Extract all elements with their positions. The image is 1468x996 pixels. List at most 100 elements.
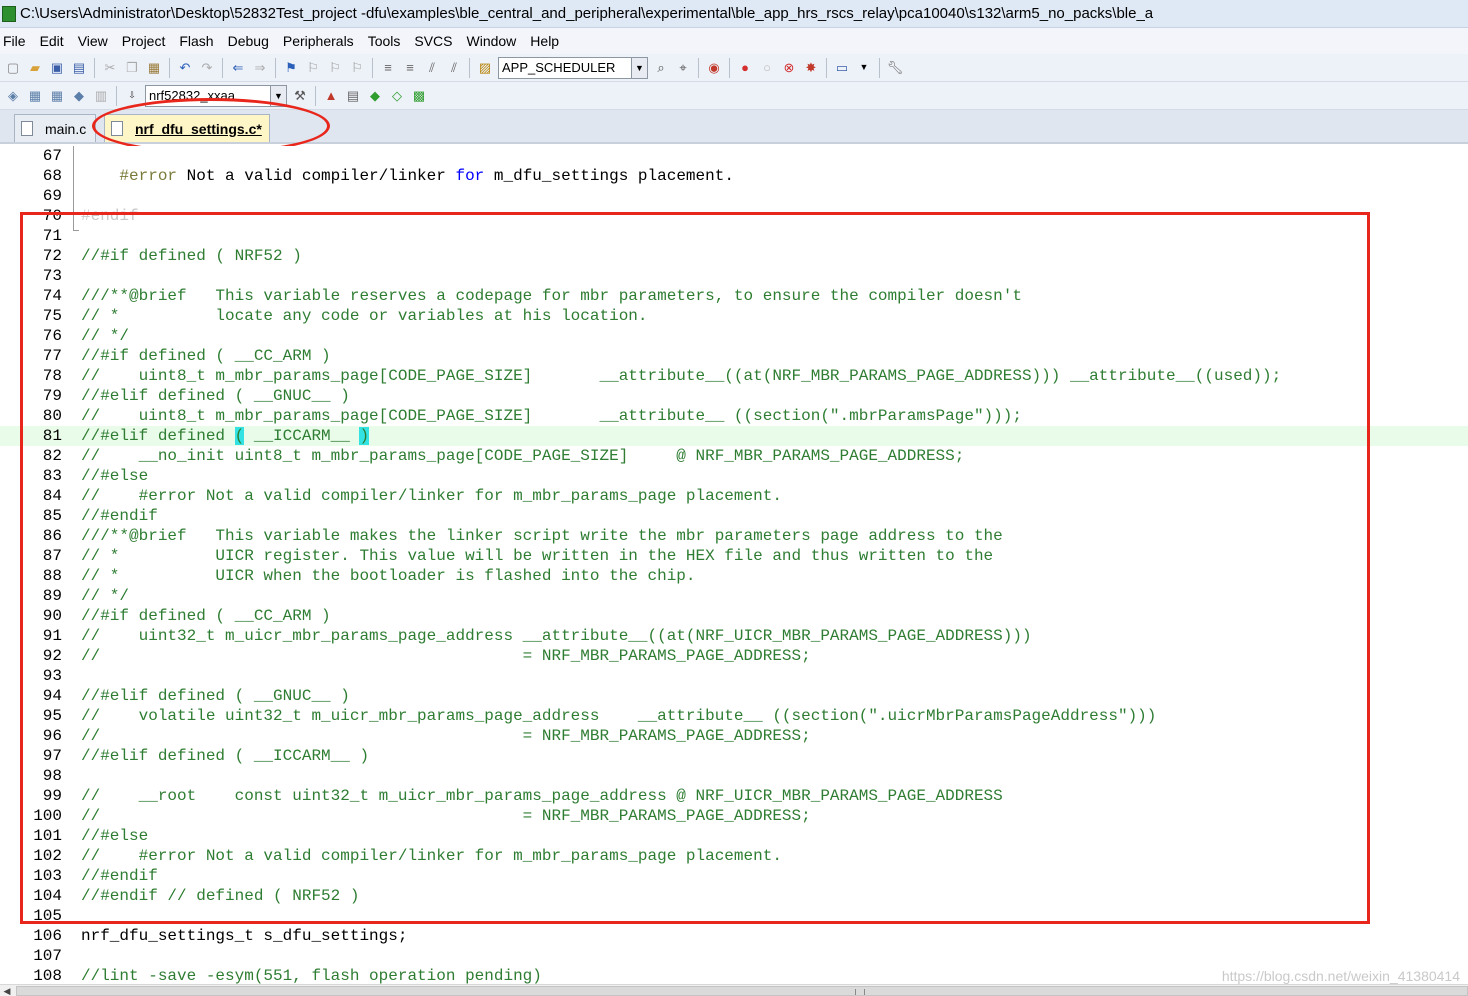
find-in-files-icon[interactable]: ▨ bbox=[474, 57, 496, 79]
navigate-forward-icon[interactable]: ⇒ bbox=[249, 57, 271, 79]
code-line[interactable]: 84 // #error Not a valid compiler/linker … bbox=[0, 486, 1468, 506]
uncomment-icon[interactable]: ⫽ bbox=[443, 57, 465, 79]
code-line[interactable]: 75 // * locate any code or variables at h… bbox=[0, 306, 1468, 326]
navigate-back-icon[interactable]: ⇐ bbox=[227, 57, 249, 79]
code-line[interactable]: 93 bbox=[0, 666, 1468, 686]
code-line[interactable]: 103 //#endif bbox=[0, 866, 1468, 886]
code-line[interactable]: 89 // */ bbox=[0, 586, 1468, 606]
translate-icon[interactable]: ◈ bbox=[2, 85, 24, 107]
build-icon[interactable]: ▦ bbox=[24, 85, 46, 107]
code-editor[interactable]: 67 68 #error Not a valid compiler/linker … bbox=[0, 146, 1468, 984]
menu-flash[interactable]: Flash bbox=[172, 28, 220, 54]
code-line[interactable]: 102 // #error Not a valid compiler/linker… bbox=[0, 846, 1468, 866]
new-file-icon[interactable]: ▢ bbox=[2, 57, 24, 79]
code-line[interactable]: 83 //#else bbox=[0, 466, 1468, 486]
open-folder-icon[interactable]: ▰ bbox=[24, 57, 46, 79]
code-line[interactable]: 76 // */ bbox=[0, 326, 1468, 346]
code-line[interactable]: 71 bbox=[0, 226, 1468, 246]
code-line[interactable]: 86 ///**@brief This variable makes the li… bbox=[0, 526, 1468, 546]
menu-debug[interactable]: Debug bbox=[221, 28, 276, 54]
target-combo[interactable]: nrf52832_xxaa ▼ bbox=[145, 84, 287, 107]
code-line[interactable]: 77 //#if defined ( __CC_ARM ) bbox=[0, 346, 1468, 366]
code-line[interactable]: 106 nrf_dfu_settings_t s_dfu_settings; bbox=[0, 926, 1468, 946]
paste-icon[interactable]: ▦ bbox=[143, 57, 165, 79]
clear-bookmarks-icon[interactable]: ⚐ bbox=[346, 57, 368, 79]
menu-help[interactable]: Help bbox=[523, 28, 566, 54]
configure-icon[interactable]: 🔧︎ bbox=[884, 57, 906, 79]
run-time-env-icon[interactable]: ◇ bbox=[386, 85, 408, 107]
scrollbar-thumb[interactable] bbox=[16, 986, 1468, 996]
code-line[interactable]: 78 // uint8_t m_mbr_params_page[CODE_PAGE… bbox=[0, 366, 1468, 386]
function-combo[interactable]: APP_SCHEDULER ▼ bbox=[498, 56, 648, 79]
window-layout-dropdown-icon[interactable]: ▼ bbox=[853, 57, 875, 79]
code-line[interactable]: 94 //#elif defined ( __GNUC__ ) bbox=[0, 686, 1468, 706]
menu-project[interactable]: Project bbox=[115, 28, 173, 54]
stop-build-icon[interactable]: ▥ bbox=[90, 85, 112, 107]
manage-components-icon[interactable]: ▲ bbox=[320, 85, 342, 107]
chevron-down-icon[interactable]: ▼ bbox=[631, 57, 647, 78]
code-line[interactable]: 104 //#endif // defined ( NRF52 ) bbox=[0, 886, 1468, 906]
menu-file[interactable]: File bbox=[0, 28, 33, 54]
menu-peripherals[interactable]: Peripherals bbox=[276, 28, 361, 54]
code-line[interactable]: 100 // = NRF_MBR_PARAMS_PAGE_ADDRESS; bbox=[0, 806, 1468, 826]
tab-nrf-dfu-settings-c[interactable]: nrf_dfu_settings.c* bbox=[104, 114, 270, 142]
target-options-icon[interactable]: ⚒ bbox=[289, 85, 311, 107]
save-icon[interactable]: ▣ bbox=[46, 57, 68, 79]
select-packs-icon[interactable]: ◆ bbox=[364, 85, 386, 107]
code-line[interactable]: 82 // __no_init uint8_t m_mbr_params_page… bbox=[0, 446, 1468, 466]
code-line[interactable]: 79 //#elif defined ( __GNUC__ ) bbox=[0, 386, 1468, 406]
horizontal-scrollbar[interactable]: ◀ bbox=[0, 984, 1468, 996]
next-bookmark-icon[interactable]: ⚐ bbox=[324, 57, 346, 79]
debug-session-icon[interactable]: ◉ bbox=[703, 57, 725, 79]
copy-icon[interactable]: ❐ bbox=[121, 57, 143, 79]
code-line[interactable]: 97 //#elif defined ( __ICCARM__ ) bbox=[0, 746, 1468, 766]
file-extensions-icon[interactable]: ▤ bbox=[342, 85, 364, 107]
menu-edit[interactable]: Edit bbox=[33, 28, 71, 54]
code-line[interactable]: 96 // = NRF_MBR_PARAMS_PAGE_ADDRESS; bbox=[0, 726, 1468, 746]
enable-breakpoint-icon[interactable]: ○ bbox=[756, 57, 778, 79]
tab-main-c[interactable]: main.c bbox=[14, 114, 96, 142]
disable-breakpoints-icon[interactable]: ⊗ bbox=[778, 57, 800, 79]
scroll-left-arrow-icon[interactable]: ◀ bbox=[0, 985, 14, 996]
redo-icon[interactable]: ↷ bbox=[196, 57, 218, 79]
code-line[interactable]: 69 bbox=[0, 186, 1468, 206]
window-layout-icon[interactable]: ▭ bbox=[831, 57, 853, 79]
unindent-icon[interactable]: ≡ bbox=[399, 57, 421, 79]
code-line[interactable]: 101 //#else bbox=[0, 826, 1468, 846]
pack-installer-icon[interactable]: ▩ bbox=[408, 85, 430, 107]
code-line[interactable]: 72 //#if defined ( NRF52 ) bbox=[0, 246, 1468, 266]
code-line[interactable]: 74 ///**@brief This variable reserves a c… bbox=[0, 286, 1468, 306]
kill-breakpoints-icon[interactable]: ✸ bbox=[800, 57, 822, 79]
prev-bookmark-icon[interactable]: ⚐ bbox=[302, 57, 324, 79]
code-line[interactable]: 81 //#elif defined ( __ICCARM__ ) bbox=[0, 426, 1468, 446]
code-line[interactable]: 91 // uint32_t m_uicr_mbr_params_page_add… bbox=[0, 626, 1468, 646]
comment-icon[interactable]: ⫽ bbox=[421, 57, 443, 79]
menu-view[interactable]: View bbox=[71, 28, 115, 54]
code-line[interactable]: 70 #endif bbox=[0, 206, 1468, 226]
indent-icon[interactable]: ≡ bbox=[377, 57, 399, 79]
cut-icon[interactable]: ✂ bbox=[99, 57, 121, 79]
chevron-down-icon[interactable]: ▼ bbox=[270, 85, 286, 106]
code-line[interactable]: 107 bbox=[0, 946, 1468, 966]
code-line[interactable]: 67 bbox=[0, 146, 1468, 166]
find-icon[interactable]: ⌕ bbox=[650, 57, 672, 79]
code-line[interactable]: 90 //#if defined ( __CC_ARM ) bbox=[0, 606, 1468, 626]
menu-window[interactable]: Window bbox=[460, 28, 524, 54]
undo-icon[interactable]: ↶ bbox=[174, 57, 196, 79]
code-line[interactable]: 87 // * UICR register. This value will be… bbox=[0, 546, 1468, 566]
menu-tools[interactable]: Tools bbox=[361, 28, 408, 54]
code-line[interactable]: 73 bbox=[0, 266, 1468, 286]
menu-svcs[interactable]: SVCS bbox=[407, 28, 459, 54]
code-line[interactable]: 92 // = NRF_MBR_PARAMS_PAGE_ADDRESS; bbox=[0, 646, 1468, 666]
download-load-icon[interactable]: ⇩ bbox=[121, 85, 143, 107]
code-line[interactable]: 88 // * UICR when the bootloader is flash… bbox=[0, 566, 1468, 586]
insert-breakpoint-icon[interactable]: ● bbox=[734, 57, 756, 79]
code-line[interactable]: 99 // __root const uint32_t m_uicr_mbr_pa… bbox=[0, 786, 1468, 806]
rebuild-icon[interactable]: ▦ bbox=[46, 85, 68, 107]
code-line[interactable]: 105 bbox=[0, 906, 1468, 926]
code-line[interactable]: 80 // uint8_t m_mbr_params_page[CODE_PAGE… bbox=[0, 406, 1468, 426]
code-line[interactable]: 98 bbox=[0, 766, 1468, 786]
batch-build-icon[interactable]: ◆ bbox=[68, 85, 90, 107]
save-all-icon[interactable]: ▤ bbox=[68, 57, 90, 79]
bookmark-icon[interactable]: ⚑ bbox=[280, 57, 302, 79]
